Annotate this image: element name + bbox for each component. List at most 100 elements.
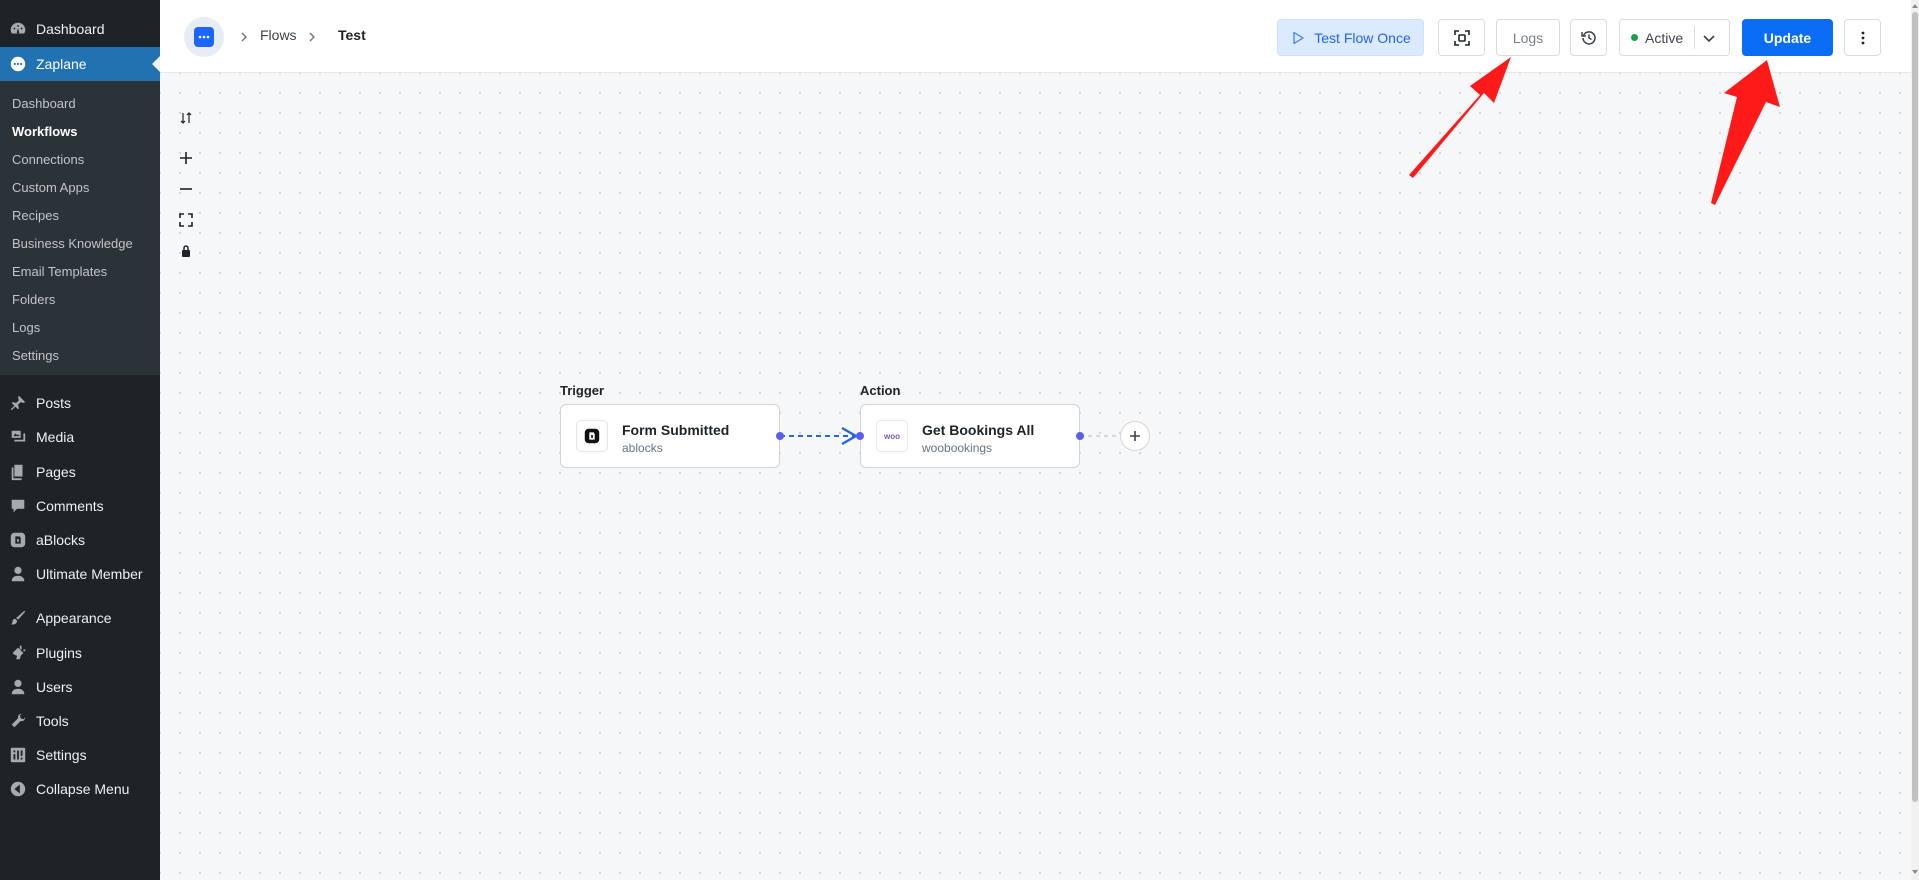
settings-icon [0, 738, 36, 772]
wrench-icon [0, 704, 36, 738]
submenu-logs[interactable]: Logs [0, 313, 160, 341]
submenu-recipes[interactable]: Recipes [0, 201, 160, 229]
breadcrumb-current: Test [338, 27, 366, 43]
ablocks-app-icon [576, 420, 608, 452]
scan-icon [1453, 29, 1470, 46]
brush-icon [0, 601, 36, 635]
sidebar-item-label: Media [36, 429, 75, 445]
woo-app-icon: woo [876, 420, 908, 452]
history-icon [1580, 30, 1596, 45]
test-flow-label: Test Flow Once [1314, 29, 1411, 46]
submenu-custom-apps[interactable]: Custom Apps [0, 173, 160, 201]
sidebar-item-label: Tools [36, 713, 69, 729]
sidebar-item-pages[interactable]: Pages [0, 455, 160, 489]
action-input-handle[interactable] [856, 432, 864, 440]
status-label: Active [1645, 29, 1684, 46]
status-dot [1631, 34, 1638, 41]
collapse-icon [0, 772, 36, 806]
sidebar-item-appearance[interactable]: Appearance [0, 601, 160, 635]
zaplane-submenu: Dashboard Workflows Connections Custom A… [0, 81, 160, 375]
sidebar-item-plugins[interactable]: Plugins [0, 636, 160, 670]
test-flow-button[interactable]: Test Flow Once [1277, 19, 1424, 56]
trigger-caption: Trigger [560, 383, 605, 398]
sidebar-item-label: Comments [36, 498, 104, 514]
submenu-connections[interactable]: Connections [0, 145, 160, 173]
app-logo[interactable] [184, 17, 224, 57]
plus-icon [1130, 431, 1140, 441]
chevron-down-icon[interactable] [1702, 31, 1716, 45]
pin-icon [0, 386, 36, 420]
sidebar-item-users[interactable]: Users [0, 670, 160, 704]
action-title: Get Bookings All [922, 422, 1035, 438]
sidebar-item-label: Collapse Menu [36, 781, 130, 797]
user-icon [0, 557, 36, 591]
media-icon [0, 420, 36, 454]
ablocks-icon [0, 523, 36, 557]
submenu-business-knowledge[interactable]: Business Knowledge [0, 229, 160, 257]
breadcrumb-flows[interactable]: Flows [260, 27, 297, 43]
sidebar-item-label: aBlocks [36, 532, 86, 548]
trigger-title: Form Submitted [622, 422, 730, 438]
sidebar-item-comments[interactable]: Comments [0, 489, 160, 523]
status-select[interactable]: Active [1619, 19, 1730, 56]
sidebar-item-ablocks[interactable]: aBlocks [0, 523, 160, 557]
logs-button[interactable]: Logs [1496, 19, 1560, 56]
submenu-folders[interactable]: Folders [0, 285, 160, 313]
user-icon [0, 670, 36, 704]
scroll-up-icon[interactable] [1911, 2, 1919, 10]
trigger-subtitle: ablocks [622, 441, 663, 455]
zaplane-logo-icon [194, 27, 214, 47]
action-output-handle[interactable] [1076, 432, 1084, 440]
trigger-output-handle[interactable] [776, 432, 784, 440]
dashboard-icon [0, 12, 36, 46]
sidebar-item-zaplane[interactable]: Zaplane [0, 47, 160, 81]
sidebar-item-settings[interactable]: Settings [0, 738, 160, 772]
flow-edges [780, 426, 1120, 446]
add-step-button[interactable] [1120, 421, 1150, 451]
action-caption: Action [860, 383, 901, 398]
trigger-node[interactable]: Form Submitted ablocks [560, 404, 780, 468]
submenu-settings[interactable]: Settings [0, 341, 160, 369]
update-button[interactable]: Update [1742, 19, 1833, 56]
sidebar-item-label: Zaplane [36, 56, 87, 72]
history-button[interactable] [1570, 19, 1607, 56]
plug-icon [0, 636, 36, 670]
submenu-workflows[interactable]: Workflows [0, 117, 160, 145]
kebab-menu-icon [1861, 31, 1864, 44]
action-node[interactable]: woo Get Bookings All woobookings [860, 404, 1080, 468]
sidebar-item-label: Ultimate Member [36, 566, 143, 582]
sidebar-item-tools[interactable]: Tools [0, 704, 160, 738]
scrollbar-thumb[interactable] [1912, 12, 1918, 802]
screenshot-button[interactable] [1438, 19, 1485, 56]
page-scrollbar[interactable] [1911, 0, 1919, 880]
scroll-down-icon[interactable] [1911, 868, 1919, 876]
admin-sidebar: Dashboard Zaplane Dashboard Workflows Co… [0, 0, 160, 880]
sidebar-item-label: Pages [36, 464, 76, 480]
logs-label: Logs [1512, 29, 1544, 46]
pages-icon [0, 455, 36, 489]
status-divider [1694, 26, 1695, 49]
play-icon [1293, 31, 1304, 44]
flow-header: Flows Test Test Flow Once Logs Active Up… [160, 0, 1911, 73]
comment-icon [0, 489, 36, 523]
submenu-email-templates[interactable]: Email Templates [0, 257, 160, 285]
sidebar-item-ultimate-member[interactable]: Ultimate Member [0, 557, 160, 591]
sidebar-item-dashboard[interactable]: Dashboard [0, 12, 160, 46]
sidebar-item-media[interactable]: Media [0, 420, 160, 454]
zaplane-icon [0, 47, 36, 81]
action-subtitle: woobookings [922, 441, 993, 455]
chevron-right-icon [306, 30, 318, 42]
sidebar-item-label: Users [36, 679, 73, 695]
more-options-button[interactable] [1844, 19, 1881, 56]
sidebar-item-posts[interactable]: Posts [0, 386, 160, 420]
sidebar-item-label: Appearance [36, 610, 112, 626]
update-label: Update [1763, 29, 1812, 46]
flow-canvas[interactable]: Trigger Form Submitted ablocks Action wo… [160, 73, 1911, 880]
sidebar-item-label: Posts [36, 395, 72, 411]
sidebar-item-label: Settings [36, 747, 87, 763]
collapse-menu-button[interactable]: Collapse Menu [0, 772, 160, 806]
submenu-dashboard[interactable]: Dashboard [0, 89, 160, 117]
woo-icon-text: woo [884, 431, 900, 441]
sidebar-item-label: Plugins [36, 645, 82, 661]
sidebar-item-label: Dashboard [36, 21, 105, 37]
